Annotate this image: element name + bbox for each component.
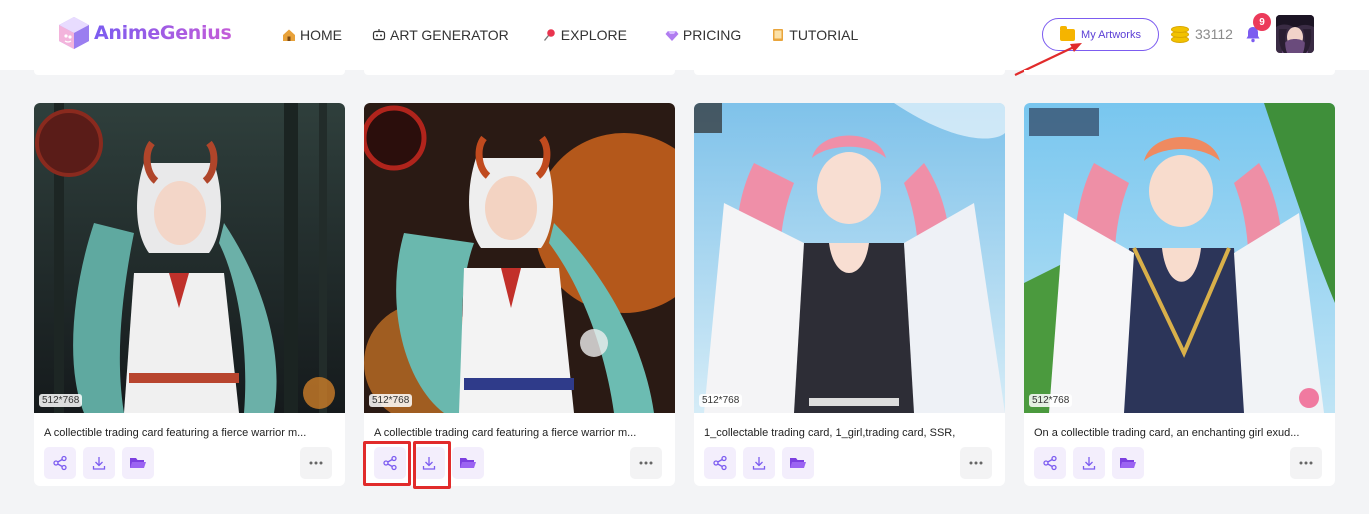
more-options-button[interactable]	[960, 447, 992, 479]
user-avatar[interactable]	[1276, 15, 1314, 53]
artwork-illustration	[1024, 103, 1335, 413]
share-icon	[1043, 455, 1057, 471]
more-options-button[interactable]	[1290, 447, 1322, 479]
artwork-card: 512*768 A collectible trading card featu…	[364, 103, 675, 486]
move-to-folder-button[interactable]	[452, 447, 484, 479]
robot-icon	[372, 29, 386, 41]
share-button[interactable]	[44, 447, 76, 479]
download-button[interactable]	[83, 447, 115, 479]
nav-home-label: HOME	[300, 27, 342, 43]
download-button[interactable]	[743, 447, 775, 479]
home-icon	[283, 29, 295, 41]
more-options-button[interactable]	[300, 447, 332, 479]
image-dimensions: 512*768	[1029, 394, 1073, 407]
artwork-illustration	[34, 103, 345, 413]
artwork-card: 512*768 On a collectible trading card, a…	[1024, 103, 1335, 486]
ellipsis-icon	[1299, 461, 1313, 465]
pin-icon	[543, 29, 555, 41]
nav-tutorial-label: TUTORIAL	[789, 27, 859, 43]
artwork-illustration	[364, 103, 675, 413]
share-button[interactable]	[1034, 447, 1066, 479]
download-icon	[1082, 457, 1096, 470]
brand-logo[interactable]: AnimeGenius	[56, 15, 232, 51]
move-to-folder-button[interactable]	[1112, 447, 1144, 479]
image-dimensions: 512*768	[39, 394, 83, 407]
nav-art-generator-label: ART GENERATOR	[390, 27, 509, 43]
move-to-folder-button[interactable]	[122, 447, 154, 479]
my-artworks-label: My Artworks	[1081, 28, 1141, 41]
nav-explore-label: EXPLORE	[560, 27, 627, 43]
prev-row-edge	[364, 70, 675, 75]
brand-name: AnimeGenius	[94, 22, 232, 44]
artwork-caption: A collectible trading card featuring a f…	[374, 427, 637, 439]
artwork-caption: A collectible trading card featuring a f…	[44, 427, 307, 439]
highlight-box-share	[363, 441, 411, 486]
download-icon	[752, 457, 766, 470]
artwork-image[interactable]: 512*768	[694, 103, 1005, 413]
artwork-caption: On a collectible trading card, an enchan…	[1034, 427, 1300, 439]
coins-icon	[1171, 24, 1189, 44]
folder-icon	[1060, 25, 1076, 41]
cube-logo-icon	[59, 17, 89, 49]
more-options-button[interactable]	[630, 447, 662, 479]
share-icon	[713, 455, 727, 471]
highlight-box-download	[413, 441, 451, 489]
prev-row-edge	[34, 70, 345, 75]
coin-count: 33112	[1195, 26, 1233, 42]
move-to-folder-button[interactable]	[782, 447, 814, 479]
artwork-image[interactable]: 512*768	[1024, 103, 1335, 413]
nav-tutorial[interactable]: TUTORIAL	[771, 24, 858, 46]
image-dimensions: 512*768	[369, 394, 413, 407]
folder-open-icon	[460, 458, 476, 468]
folder-open-icon	[790, 458, 806, 468]
coin-balance[interactable]: 33112	[1171, 24, 1233, 44]
ellipsis-icon	[969, 461, 983, 465]
nav-art-generator[interactable]: ART GENERATOR	[372, 24, 509, 46]
download-icon	[92, 457, 106, 470]
top-navbar: AnimeGenius HOME ART GENERATOR EXPLORE P…	[0, 0, 1369, 76]
folder-open-icon	[1120, 458, 1136, 468]
artwork-image[interactable]: 512*768	[34, 103, 345, 413]
ellipsis-icon	[639, 461, 653, 465]
folder-open-icon	[130, 458, 146, 468]
artwork-image[interactable]: 512*768	[364, 103, 675, 413]
nav-pricing[interactable]: PRICING	[665, 24, 741, 46]
notification-badge: 9	[1253, 13, 1271, 31]
avatar-image	[1276, 15, 1314, 53]
share-icon	[53, 455, 67, 471]
artwork-caption: 1_collectable trading card, 1_girl,tradi…	[704, 427, 956, 439]
artwork-card: 512*768 A collectible trading card featu…	[34, 103, 345, 486]
nav-explore[interactable]: EXPLORE	[543, 24, 627, 46]
artwork-card: 512*768 1_collectable trading card, 1_gi…	[694, 103, 1005, 486]
prev-row-edge	[694, 70, 1005, 75]
download-button[interactable]	[1073, 447, 1105, 479]
book-icon	[773, 29, 784, 41]
prev-row-edge	[1024, 70, 1335, 75]
diamond-icon	[665, 31, 679, 41]
nav-home[interactable]: HOME	[282, 24, 342, 46]
artwork-illustration	[694, 103, 1005, 413]
share-button[interactable]	[704, 447, 736, 479]
nav-pricing-label: PRICING	[682, 27, 742, 43]
main-nav: HOME ART GENERATOR EXPLORE PRICING TUTOR…	[282, 24, 858, 46]
ellipsis-icon	[309, 461, 323, 465]
image-dimensions: 512*768	[699, 394, 743, 407]
